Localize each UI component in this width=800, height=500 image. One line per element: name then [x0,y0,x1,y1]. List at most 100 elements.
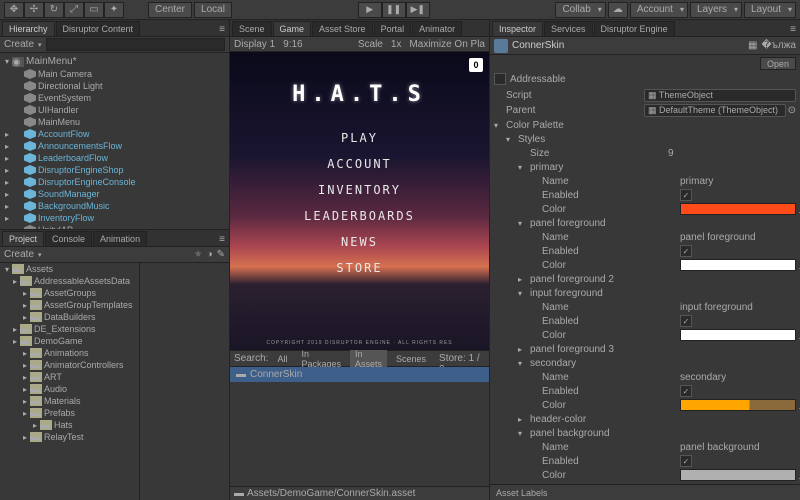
tab-scene[interactable]: Scene [232,21,272,36]
pivot-toggle[interactable]: Center [148,2,192,18]
tab-project[interactable]: Project [2,231,44,246]
hierarchy-item[interactable]: ▸AnnouncementsFlow [0,140,229,152]
save-search-icon[interactable]: ✎ [217,249,225,260]
hierarchy-item[interactable]: ▸InventoryFlow [0,212,229,224]
hierarchy-tree[interactable]: ▾◉MainMenu* Main CameraDirectional Light… [0,53,229,229]
maximize-toggle[interactable]: Maximize On Pla [409,39,485,50]
color-field[interactable] [680,203,796,215]
color-field[interactable] [680,259,796,271]
addressable-label: Addressable [510,74,566,85]
tab-portal[interactable]: Portal [374,21,412,36]
folder-row[interactable]: ▸▬AssetGroups [0,287,139,299]
tab-services[interactable]: Services [544,21,593,36]
folder-row[interactable]: ▸▬DE_Extensions [0,323,139,335]
hierarchy-item[interactable]: ▸DisruptorEngineConsole [0,176,229,188]
asset-selected[interactable]: ▬ConnerSkin [230,367,489,382]
tab-animator[interactable]: Animator [412,21,462,36]
rect-tool[interactable]: ▭ [84,2,104,18]
breadcrumb[interactable]: ▬Assets/DemoGame/ConnerSkin.asset [230,486,489,500]
hierarchy-item[interactable]: UIHandler [0,104,229,116]
enabled-checkbox[interactable]: ✓ [680,455,692,467]
project-create-dropdown[interactable]: Create [4,249,34,260]
enabled-checkbox[interactable]: ✓ [680,245,692,257]
account-dropdown[interactable]: Account [630,2,688,18]
scale-tool[interactable]: ⤢ [64,2,84,18]
create-dropdown[interactable]: Create [4,39,34,50]
hierarchy-item[interactable]: ▸LeaderboardFlow [0,152,229,164]
panel-menu-icon[interactable]: ≡ [215,22,229,36]
folder-row[interactable]: ▸▬AnimatorControllers [0,359,139,371]
script-field: ▦ ThemeObject [644,89,796,102]
tab-animation[interactable]: Animation [93,231,147,246]
filter-all[interactable]: All [272,353,292,365]
tab-game[interactable]: Game [273,21,312,36]
folder-row[interactable]: ▸▬DemoGame [0,335,139,347]
folder-row[interactable]: ▾▬Assets [0,263,139,275]
hierarchy-item[interactable]: ▸SoundManager [0,188,229,200]
pause-button[interactable]: ❚❚ [382,2,406,18]
open-button[interactable]: Open [760,57,796,70]
move-tool[interactable]: ✢ [24,2,44,18]
hierarchy-item[interactable]: ▸BackgroundMusic [0,200,229,212]
filter-icon[interactable]: ◑ [207,249,213,260]
search-label: Search: [234,353,268,364]
folder-row[interactable]: ▸▬DataBuilders [0,311,139,323]
folder-row[interactable]: ▸▬RelayTest [0,431,139,443]
space-toggle[interactable]: Local [194,2,232,18]
hierarchy-item[interactable]: MainMenu [0,116,229,128]
folder-row[interactable]: ▸▬Materials [0,395,139,407]
hierarchy-item[interactable]: ▸UnityIAP [0,224,229,229]
layout-dropdown[interactable]: Layout [744,2,796,18]
fav-icon[interactable]: ★ [194,249,203,260]
panel-menu-icon[interactable]: ≡ [215,232,229,246]
folder-row[interactable]: ▸▬Prefabs [0,407,139,419]
game-view: 0 H.A.T.S PLAYACCOUNTINVENTORYLEADERBOAR… [230,52,489,350]
folder-row[interactable]: ▸▬Hats [0,419,139,431]
hierarchy-search[interactable] [46,38,225,51]
collab-dropdown[interactable]: Collab [555,2,605,18]
tab-inspector[interactable]: Inspector [492,21,543,36]
cloud-icon[interactable]: ☁ [608,2,628,18]
game-menu-item: PLAY [341,131,378,145]
hand-tool[interactable]: ✥ [4,2,24,18]
help-icon[interactable]: ▦ [748,40,757,51]
color-field[interactable] [680,469,796,481]
hierarchy-item[interactable]: EventSystem [0,92,229,104]
folder-row[interactable]: ▸▬AssetGroupTemplates [0,299,139,311]
enabled-checkbox[interactable]: ✓ [680,315,692,327]
folder-row[interactable]: ▸▬AddressableAssetsData [0,275,139,287]
rotate-tool[interactable]: ↻ [44,2,64,18]
tab-disruptor-engine[interactable]: Disruptor Engine [594,21,675,36]
tab-asset-store[interactable]: Asset Store [312,21,373,36]
panel-menu-icon[interactable]: ≡ [786,22,800,36]
scale-value: 1x [391,39,402,50]
scene-row[interactable]: ▾◉MainMenu* [0,55,229,68]
hierarchy-item[interactable]: Main Camera [0,68,229,80]
preset-icon[interactable]: �ължа [761,40,796,51]
hierarchy-item[interactable]: ▸AccountFlow [0,128,229,140]
color-field[interactable] [680,329,796,341]
hierarchy-item[interactable]: Directional Light [0,80,229,92]
filter-scenes[interactable]: Scenes [391,353,431,365]
asset-icon [494,39,508,53]
folder-row[interactable]: ▸▬ART [0,371,139,383]
game-title: H.A.T.S [292,82,427,107]
display-dropdown[interactable]: Display 1 [234,39,275,50]
addressable-checkbox[interactable] [494,73,506,85]
folder-row[interactable]: ▸▬Audio [0,383,139,395]
project-tree[interactable]: ▾▬Assets▸▬AddressableAssetsData▸▬AssetGr… [0,263,140,500]
play-button[interactable]: ▶ [358,2,382,18]
tab-hierarchy[interactable]: Hierarchy [2,21,55,36]
folder-row[interactable]: ▸▬Animations [0,347,139,359]
tab-disruptor-content[interactable]: Disruptor Content [56,21,141,36]
enabled-checkbox[interactable]: ✓ [680,189,692,201]
hierarchy-item[interactable]: ▸DisruptorEngineShop [0,164,229,176]
tab-console[interactable]: Console [45,231,92,246]
step-button[interactable]: ▶❚ [406,2,430,18]
transform-tool[interactable]: ✦ [104,2,124,18]
layers-dropdown[interactable]: Layers [690,2,742,18]
enabled-checkbox[interactable]: ✓ [680,385,692,397]
aspect-dropdown[interactable]: 9:16 [283,39,302,50]
color-field[interactable] [680,399,796,411]
parent-field[interactable]: ▦ DefaultTheme (ThemeObject) [644,104,786,117]
